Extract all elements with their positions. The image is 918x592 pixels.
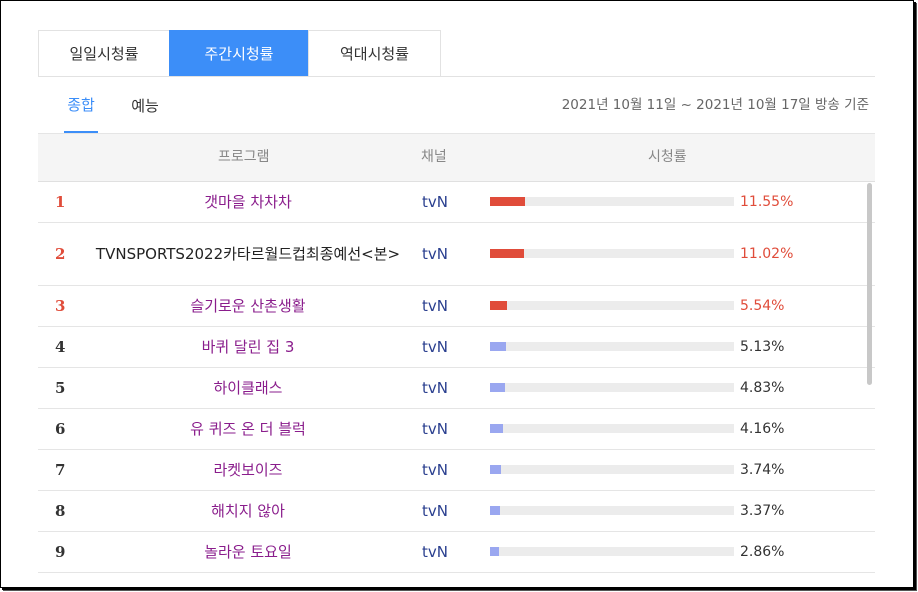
tab-daily[interactable]: 일일시청률	[38, 30, 170, 76]
rating-bar-fill	[490, 301, 507, 310]
rating-value: 4.83%	[740, 380, 785, 396]
rating-bar	[490, 383, 734, 392]
rating-value: 3.37%	[740, 503, 785, 519]
window-frame: 일일시청률 주간시청률 역대시청률 종합 예능 2021년 10월 11일 ~ …	[0, 0, 914, 588]
rank-number: 3	[55, 297, 66, 315]
rating-bar-fill	[490, 197, 526, 206]
table-row: 6 유 퀴즈 온 더 블럭 tvN 4.16%	[38, 409, 875, 450]
tab-all-time[interactable]: 역대시청률	[308, 30, 441, 76]
channel-link[interactable]: tvN	[422, 223, 448, 285]
channel-link[interactable]: tvN	[422, 491, 448, 531]
channel-link[interactable]: tvN	[422, 368, 448, 408]
program-link[interactable]: TVNSPORTS2022카타르월드컵최종예선<본>	[88, 223, 408, 285]
table-row: 2 TVNSPORTS2022카타르월드컵최종예선<본> tvN 11.02%	[38, 223, 875, 286]
rank-number: 1	[55, 193, 66, 211]
period-label: 2021년 10월 11일 ~ 2021년 10월 17일 방송 기준	[561, 97, 869, 113]
table-row: 7 라켓보이즈 tvN 3.74%	[38, 450, 875, 491]
program-link[interactable]: 해치지 않아	[88, 491, 408, 531]
tab-weekly[interactable]: 주간시청률	[169, 30, 309, 76]
rating-bar-fill	[490, 547, 499, 556]
channel-link[interactable]: tvN	[422, 182, 448, 222]
rating-value: 2.86%	[740, 544, 785, 560]
program-link[interactable]: 바퀴 달린 집 3	[88, 327, 408, 367]
ratings-table-body: 1 갯마을 차차차 tvN 11.55% 2 TVNSPORTS2022카타르월드컵최종예…	[38, 182, 875, 573]
table-row: 1 갯마을 차차차 tvN 11.55%	[38, 182, 875, 223]
table-row: 3 슬기로운 산촌생활 tvN 5.54%	[38, 286, 875, 327]
rank-number: 9	[55, 543, 66, 561]
table-row: 8 해치지 않아 tvN 3.37%	[38, 491, 875, 532]
table-row: 9 놀라운 토요일 tvN 2.86%	[38, 532, 875, 573]
rating-bar	[490, 301, 734, 310]
rating-bar-fill	[490, 342, 506, 351]
rating-bar	[490, 342, 734, 351]
table-header: 프로그램 채널 시청률	[38, 134, 875, 182]
program-link[interactable]: 놀라운 토요일	[88, 532, 408, 572]
rating-bar	[490, 465, 734, 474]
table-row: 5 하이클래스 tvN 4.83%	[38, 368, 875, 409]
rating-bar-fill	[490, 506, 501, 515]
rating-bar-fill	[490, 465, 502, 474]
column-header-program: 프로그램	[218, 149, 270, 165]
program-link[interactable]: 유 퀴즈 온 더 블럭	[88, 409, 408, 449]
channel-link[interactable]: tvN	[422, 409, 448, 449]
channel-link[interactable]: tvN	[422, 286, 448, 326]
rating-bar	[490, 424, 734, 433]
subtab-overall[interactable]: 종합	[64, 77, 98, 133]
program-link[interactable]: 갯마을 차차차	[88, 182, 408, 222]
column-header-channel: 채널	[421, 149, 447, 165]
rank-number: 4	[55, 338, 66, 356]
subtab-variety[interactable]: 예능	[128, 77, 162, 133]
rating-bar	[490, 547, 734, 556]
rating-bar	[490, 249, 734, 258]
rating-bar-fill	[490, 249, 524, 258]
rank-number: 2	[55, 245, 66, 263]
rating-bar-fill	[490, 383, 505, 392]
rank-number: 8	[55, 502, 66, 520]
channel-link[interactable]: tvN	[422, 327, 448, 367]
rank-number: 5	[55, 379, 66, 397]
rating-bar-fill	[490, 424, 503, 433]
rating-value: 4.16%	[740, 421, 785, 437]
table-row: 4 바퀴 달린 집 3 tvN 5.13%	[38, 327, 875, 368]
rating-value: 11.55%	[740, 194, 794, 210]
rating-value: 3.74%	[740, 462, 785, 478]
rating-value: 5.13%	[740, 339, 785, 355]
channel-link[interactable]: tvN	[422, 450, 448, 490]
program-link[interactable]: 슬기로운 산촌생활	[88, 286, 408, 326]
channel-link[interactable]: tvN	[422, 532, 448, 572]
rating-value: 5.54%	[740, 298, 785, 314]
rating-period-tabs: 일일시청률 주간시청률 역대시청률	[38, 30, 441, 76]
rating-value: 11.02%	[740, 246, 794, 262]
program-link[interactable]: 라켓보이즈	[88, 450, 408, 490]
column-header-rating: 시청률	[648, 149, 687, 165]
program-link[interactable]: 하이클래스	[88, 368, 408, 408]
scrollbar[interactable]	[867, 183, 872, 385]
rating-bar	[490, 197, 734, 206]
rank-number: 7	[55, 461, 66, 479]
rating-bar	[490, 506, 734, 515]
rank-number: 6	[55, 420, 66, 438]
